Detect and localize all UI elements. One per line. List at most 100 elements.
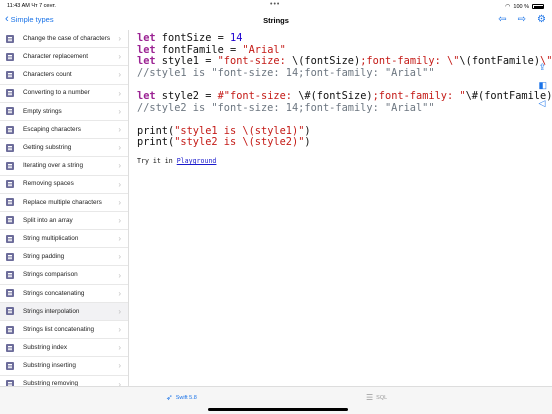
sidebar-item[interactable]: Empty strings › [0,103,128,121]
chevron-right-icon: › [118,215,121,225]
chevron-right-icon: › [118,106,121,116]
redo-arrow-icon[interactable]: ⇨ [518,14,526,26]
tab-swift-label: Swift 5.8 [175,394,197,401]
document-icon [6,289,14,298]
undo-arrow-icon[interactable]: ⇦ [498,14,506,26]
chevron-right-icon: › [118,361,121,371]
nav-actions: ⇦ ⇨ ⚙ [498,14,546,26]
chevron-right-icon: › [118,270,121,280]
settings-gear-icon[interactable]: ⚙ [537,14,546,26]
chevron-right-icon: › [118,88,121,98]
sidebar-item[interactable]: Split into an array › [0,212,128,231]
chevron-right-icon: › [118,343,121,353]
sidebar-item-label: Substring index [23,344,68,352]
sidebar-item[interactable]: String multiplication › [0,230,128,249]
document-icon [6,198,14,207]
sidebar-item[interactable]: Getting substring › [0,139,128,158]
code-line-4: //style1 is "font-size: 14;font-family: … [137,66,435,79]
sidebar-item-label: Strings list concatenating [23,325,95,333]
sidebar-item-label: Substring inserting [23,362,76,370]
chevron-right-icon: › [118,161,121,171]
sidebar-item[interactable]: Escaping characters › [0,121,128,140]
sidebar-item-label: Change the case of characters [23,34,111,42]
sidebar-item[interactable]: Strings concatenating › [0,285,128,303]
sidebar-item[interactable]: Strings list concatenating › [0,321,128,340]
sidebar-item-label: Split into an array [23,216,73,224]
chevron-right-icon: › [118,288,121,298]
sidebar-item[interactable]: Removing spaces › [0,176,128,194]
chevron-right-icon: › [118,179,121,189]
playground-link[interactable]: Playground [177,157,217,165]
code-editor[interactable]: let fontSize = 14 let fontFamile = "Arial… [129,30,552,386]
document-icon [6,180,14,189]
sidebar-item-label: Characters count [23,71,72,79]
chevron-right-icon: › [118,125,121,135]
bottom-tab-bar: ➶ Swift 5.8 ☰ SQL [0,386,552,414]
chevron-right-icon: › [118,52,121,62]
document-icon [6,52,14,61]
document-icon [6,161,14,170]
speaker-icon[interactable]: ◁ [538,98,547,108]
chevron-right-icon: › [118,197,121,207]
sidebar-item-label: Converting to a number [23,89,90,97]
sidebar-item[interactable]: Character replacement › [0,48,128,67]
sidebar-item[interactable]: Characters count › [0,66,128,85]
sidebar-item[interactable]: Replace multiple characters › [0,194,128,212]
status-bar: 11:43 AM Чт 7 сент. ••• ◠ 100 % [0,0,552,12]
sidebar-item[interactable]: Strings comparison › [0,266,128,285]
database-icon: ☰ [366,393,374,402]
chevron-right-icon: › [118,234,121,244]
sidebar-item-label: Character replacement [23,53,89,61]
sidebar-item-label: Getting substring [23,144,72,152]
sidebar-item[interactable]: Strings interpolation › [0,302,128,321]
sidebar-item-label: String multiplication [23,234,79,242]
sidebar-item-label: Replace multiple characters [23,198,102,206]
document-icon [6,125,14,134]
sidebar-item-label: Empty strings [23,107,62,115]
home-indicator[interactable] [208,408,348,411]
code-line-5: let style2 = #"font-size: \#(fontSize);f… [137,89,552,102]
document-icon [6,216,14,225]
sidebar-item-label: Iterating over a string [23,162,84,170]
share-icon[interactable]: ⇪ [538,62,547,72]
split-view-icon[interactable]: ◧ [538,80,547,90]
editor-side-tools: ⇪ ◧ ◁ [538,62,547,108]
sidebar-item-label: Escaping characters [23,125,81,133]
navigation-bar: ‹ Simple types Strings ⇦ ⇨ ⚙ [0,12,552,30]
sidebar-item[interactable]: Substring index › [0,339,128,358]
try-playground-text: Try it in Playground [137,157,217,165]
sidebar-item[interactable]: Substring inserting › [0,357,128,376]
sidebar-topic-list: Change the case of characters › Character … [0,30,129,386]
chevron-right-icon: › [118,34,121,44]
sidebar-item-label: String padding [23,253,65,261]
tab-sql[interactable]: ☰ SQL [366,393,387,402]
document-icon [6,325,14,334]
tab-sql-label: SQL [376,394,388,401]
chevron-right-icon: › [118,325,121,335]
document-icon [6,271,14,280]
sidebar-item[interactable]: Iterating over a string › [0,157,128,176]
document-icon [6,343,14,352]
document-icon [6,234,14,243]
document-icon [6,307,14,316]
document-icon [6,252,14,261]
code-block[interactable]: let fontSize = 14 let fontFamile = "Arial… [137,32,552,149]
chevron-right-icon: › [118,306,121,316]
sidebar-item[interactable]: Substring removing › [0,376,128,386]
document-icon [6,89,14,98]
battery-icon [532,4,544,9]
document-icon [6,107,14,116]
sidebar-item[interactable]: String padding › [0,248,128,267]
sidebar-item-label: Strings comparison [23,271,78,279]
battery-percent: 100 % [513,3,529,10]
sidebar-item[interactable]: Change the case of characters › [0,30,128,49]
document-icon [6,361,14,370]
document-icon [6,143,14,152]
sidebar-item[interactable]: Converting to a number › [0,85,128,103]
tab-swift[interactable]: ➶ Swift 5.8 [166,393,197,402]
wifi-icon: ◠ [505,4,511,10]
multitasking-dots-icon[interactable]: ••• [270,1,280,8]
sidebar-item-label: Removing spaces [23,180,74,188]
chevron-right-icon: › [118,70,121,80]
swift-logo-icon: ➶ [166,393,173,402]
